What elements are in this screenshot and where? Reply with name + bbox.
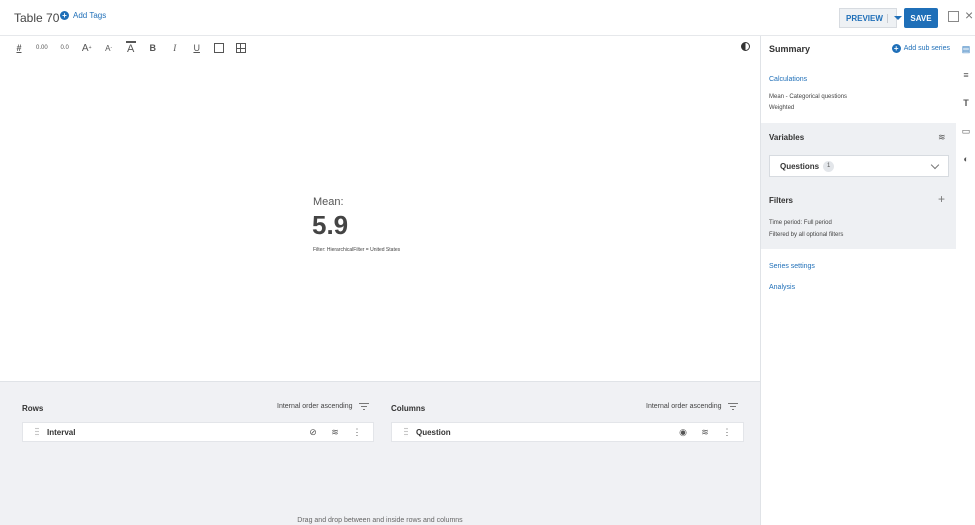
more-vertical-icon[interactable]: ⋮ xyxy=(351,427,363,437)
columns-title: Columns xyxy=(391,404,426,413)
plus-circle-icon: + xyxy=(891,44,901,53)
sort-icon[interactable] xyxy=(358,403,369,410)
drag-handle-icon[interactable] xyxy=(35,427,39,437)
add-filter-icon[interactable]: + xyxy=(938,192,945,206)
rows-title: Rows xyxy=(22,404,44,413)
add-sub-series-label: Add sub series xyxy=(903,45,950,52)
drag-handle-icon[interactable] xyxy=(404,427,408,437)
chevron-down-icon[interactable] xyxy=(893,16,902,20)
columns-order-control[interactable]: Internal order ascending xyxy=(646,403,738,410)
eye-off-icon[interactable]: ⊘ xyxy=(307,427,319,437)
italic-button[interactable]: I xyxy=(170,41,180,55)
more-vertical-icon[interactable]: ⋮ xyxy=(721,427,733,437)
right-icon-rail: ▤ ≡ T ▭ ◐ xyxy=(956,36,975,525)
questions-count-badge: 1 xyxy=(823,160,835,172)
rows-columns-panel: Rows Internal order ascending Interval ⊘… xyxy=(0,381,760,525)
number-format-icon[interactable]: # xyxy=(14,41,24,55)
database-edit-icon[interactable]: ≋ xyxy=(699,427,711,437)
font-increase-icon[interactable]: A + xyxy=(82,41,92,55)
sort-icon[interactable] xyxy=(727,403,738,410)
columns-item-label: Question xyxy=(416,427,451,437)
underline-button[interactable]: U xyxy=(192,41,202,55)
comment-icon[interactable]: ▭ xyxy=(961,126,971,136)
top-bar: Table 70 + Add Tags PREVIEW SAVE × xyxy=(0,0,975,36)
drag-drop-hint: Drag and drop between and inside rows an… xyxy=(297,517,463,524)
preview-button[interactable]: PREVIEW xyxy=(839,8,902,28)
format-toolbar: # 0.00 0.0 A + A- A B I U xyxy=(14,38,246,58)
rows-item-interval[interactable]: Interval ⊘ ≋ ⋮ xyxy=(22,422,374,442)
columns-item-question[interactable]: Question ◉ ≋ ⋮ xyxy=(391,422,744,442)
sidebar-title: Summary xyxy=(769,44,811,54)
table-canvas xyxy=(0,60,760,380)
palette-icon[interactable]: ◐ xyxy=(961,154,971,164)
analysis-link[interactable]: Analysis xyxy=(769,284,795,291)
filter-caption: Filter: HierarchicalFilter = United Stat… xyxy=(313,247,401,253)
close-icon[interactable]: × xyxy=(965,7,973,23)
summary-icon[interactable]: ▤ xyxy=(961,44,971,54)
increase-decimals-button[interactable]: 0.0 xyxy=(60,41,70,55)
contrast-icon[interactable] xyxy=(741,42,750,51)
questions-label: Questions xyxy=(780,161,820,171)
font-decrease-icon[interactable]: A- xyxy=(104,41,114,55)
save-button[interactable]: SAVE xyxy=(904,8,938,28)
bold-button[interactable]: B xyxy=(148,41,158,55)
filters-time-period: Time period: Full period xyxy=(769,220,832,226)
page-title[interactable]: Table 70 xyxy=(14,11,59,25)
summary-sidebar: Summary + Add sub series Calculations Me… xyxy=(761,36,956,525)
preview-label: PREVIEW xyxy=(840,13,888,23)
grid-icon[interactable] xyxy=(235,41,246,55)
chevron-down-icon xyxy=(930,160,940,170)
mean-label: Mean: xyxy=(313,196,344,208)
database-edit-icon[interactable]: ≋ xyxy=(329,427,341,437)
text-color-icon[interactable]: A xyxy=(125,41,136,55)
calc-weighting: Weighted xyxy=(769,105,795,111)
grid-shape xyxy=(235,43,246,53)
eye-icon[interactable]: ◉ xyxy=(677,427,689,437)
add-sub-series-button[interactable]: + Add sub series xyxy=(891,44,950,53)
database-edit-icon[interactable]: ≋ xyxy=(938,132,946,143)
columns-order-label: Internal order ascending xyxy=(646,403,722,410)
expand-icon[interactable] xyxy=(948,11,959,22)
calc-method: Mean - Categorical questions xyxy=(769,94,848,100)
filters-title: Filters xyxy=(769,196,794,205)
border-icon[interactable] xyxy=(213,41,224,55)
filters-optional: Filtered by all optional filters xyxy=(769,232,844,238)
border-shape xyxy=(213,43,224,53)
add-tags-label: Add Tags xyxy=(73,11,107,20)
add-tags-button[interactable]: + Add Tags xyxy=(60,11,106,20)
rows-order-control[interactable]: Internal order ascending xyxy=(277,403,369,410)
plus-circle-icon: + xyxy=(60,11,69,20)
database-icon[interactable]: ≡ xyxy=(961,70,971,80)
rows-item-label: Interval xyxy=(47,427,76,437)
mean-value: 5.9 xyxy=(312,210,349,240)
variables-title: Variables xyxy=(769,133,805,142)
text-icon[interactable]: T xyxy=(961,98,971,108)
decrease-decimals-button[interactable]: 0.00 xyxy=(36,41,48,55)
series-settings-link[interactable]: Series settings xyxy=(769,263,815,270)
questions-select[interactable]: Questions 1 xyxy=(769,155,949,177)
rows-order-label: Internal order ascending xyxy=(277,403,353,410)
calculations-link[interactable]: Calculations xyxy=(769,76,807,83)
